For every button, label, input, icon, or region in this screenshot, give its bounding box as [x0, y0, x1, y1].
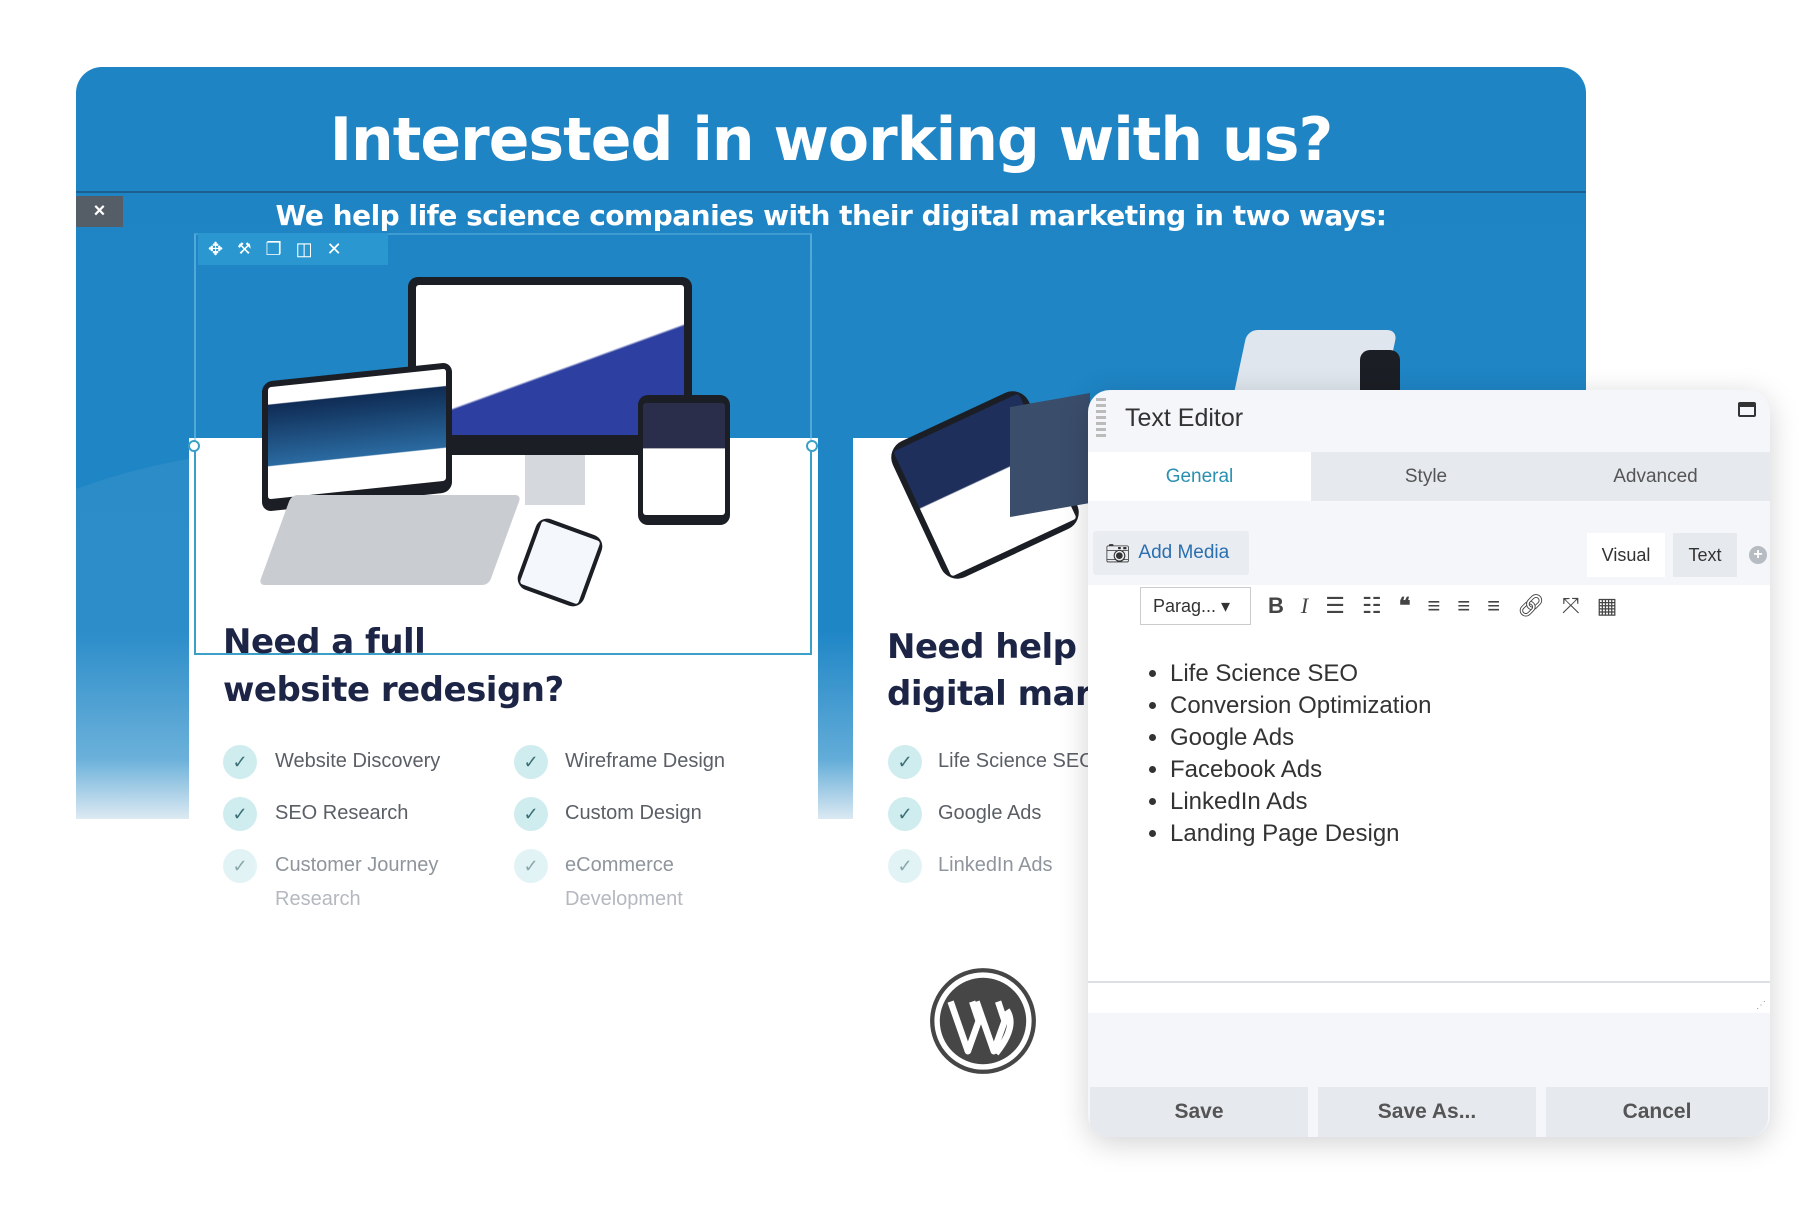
list-item: eCommerce — [565, 854, 674, 876]
list-item: Landing Page Design — [1170, 818, 1431, 850]
wrench-icon[interactable]: ⚒ — [237, 239, 251, 259]
row-divider — [76, 191, 1586, 193]
card1-heading-line2: website redesign? — [223, 670, 564, 710]
numbered-list-icon[interactable]: ☷ — [1362, 593, 1382, 619]
media-icon: 📷︎ — [1105, 542, 1131, 565]
list-item: Life Science SEO — [938, 750, 1095, 772]
editor-content-list[interactable]: Life Science SEO Conversion Optimization… — [1148, 658, 1431, 850]
toolbar-toggle-icon[interactable]: ▦ — [1597, 593, 1618, 619]
list-item: LinkedIn Ads — [938, 854, 1053, 876]
list-item: Google Ads — [1170, 722, 1431, 754]
check-icon: ✓ — [888, 849, 922, 883]
close-icon[interactable]: ✕ — [327, 239, 342, 260]
editor-title: Text Editor — [1125, 404, 1244, 432]
list-item: Life Science SEO — [1170, 658, 1431, 690]
check-icon: ✓ — [514, 797, 548, 831]
drag-handle-icon[interactable] — [1096, 398, 1106, 438]
wordpress-logo-icon — [930, 968, 1036, 1074]
fullscreen-icon[interactable]: ⤧ — [1562, 593, 1580, 619]
list-item: SEO Research — [275, 802, 409, 824]
move-icon[interactable]: ✥ — [208, 239, 223, 260]
page-title: Interested in working with us? — [329, 105, 1334, 175]
row-close-button[interactable]: × — [76, 196, 123, 227]
list-item: Development — [565, 888, 683, 910]
resize-handle-right[interactable] — [806, 440, 818, 452]
columns-icon[interactable]: ◫ — [296, 239, 313, 260]
resize-handle-left[interactable] — [188, 440, 200, 452]
list-item: Website Discovery — [275, 750, 441, 772]
tab-style[interactable]: Style — [1311, 452, 1541, 501]
module-toolbar: ✥ ⚒ ❐ ◫ ✕ — [198, 233, 388, 265]
card1-heading-line1: Need a full — [223, 622, 426, 662]
add-icon[interactable]: + — [1749, 546, 1767, 564]
formatting-toolbar: Parag... ▾ B I ☰ ☷ ❝ ≡ ≡ ≡ 🔗︎ ⤧ ▦ — [1140, 586, 1617, 626]
link-icon[interactable]: 🔗︎ — [1517, 593, 1545, 619]
list-item: Custom Design — [565, 802, 702, 824]
text-editor-panel: Text Editor General Style Advanced 📷︎ Ad… — [1088, 390, 1770, 1137]
check-icon: ✓ — [514, 849, 548, 883]
check-icon: ✓ — [888, 745, 922, 779]
editor-tabs: General Style Advanced — [1088, 452, 1770, 501]
align-center-icon[interactable]: ≡ — [1457, 593, 1470, 619]
bullet-list-icon[interactable]: ☰ — [1325, 593, 1345, 619]
tab-general[interactable]: General — [1088, 452, 1311, 501]
check-icon: ✓ — [223, 745, 257, 779]
align-right-icon[interactable]: ≡ — [1487, 593, 1500, 619]
align-left-icon[interactable]: ≡ — [1428, 593, 1441, 619]
check-icon: ✓ — [514, 745, 548, 779]
card2-heading-line2: digital mark — [887, 674, 1114, 714]
cancel-button[interactable]: Cancel — [1546, 1087, 1768, 1137]
check-icon: ✓ — [888, 797, 922, 831]
card2-heading-line1: Need help w — [887, 627, 1119, 667]
italic-icon[interactable]: I — [1301, 593, 1308, 619]
add-media-button[interactable]: 📷︎ Add Media — [1093, 531, 1249, 575]
list-item: Research — [275, 888, 361, 910]
save-as-button[interactable]: Save As... — [1318, 1087, 1536, 1137]
copy-icon[interactable]: ❐ — [265, 239, 281, 260]
save-button[interactable]: Save — [1090, 1087, 1308, 1137]
check-icon: ✓ — [223, 849, 257, 883]
page-subtitle: We help life science companies with thei… — [275, 199, 1387, 232]
list-item: LinkedIn Ads — [1170, 786, 1431, 818]
add-media-label: Add Media — [1138, 542, 1230, 563]
tab-text[interactable]: Text — [1673, 533, 1737, 577]
check-icon: ✓ — [223, 797, 257, 831]
list-item: Customer Journey — [275, 854, 439, 876]
resize-grip-icon[interactable]: ⋰ — [1756, 1000, 1766, 1011]
list-item: Wireframe Design — [565, 750, 726, 772]
list-item: Google Ads — [938, 802, 1042, 824]
tab-visual[interactable]: Visual — [1587, 533, 1665, 577]
blockquote-icon[interactable]: ❝ — [1399, 593, 1411, 619]
editor-resize-bar[interactable]: ⋰ — [1088, 983, 1770, 1013]
list-item: Facebook Ads — [1170, 754, 1431, 786]
format-select[interactable]: Parag... ▾ — [1140, 587, 1251, 625]
maximize-icon[interactable] — [1738, 402, 1756, 417]
tab-advanced[interactable]: Advanced — [1541, 452, 1770, 501]
list-item: Conversion Optimization — [1170, 690, 1431, 722]
bold-icon[interactable]: B — [1268, 593, 1284, 619]
